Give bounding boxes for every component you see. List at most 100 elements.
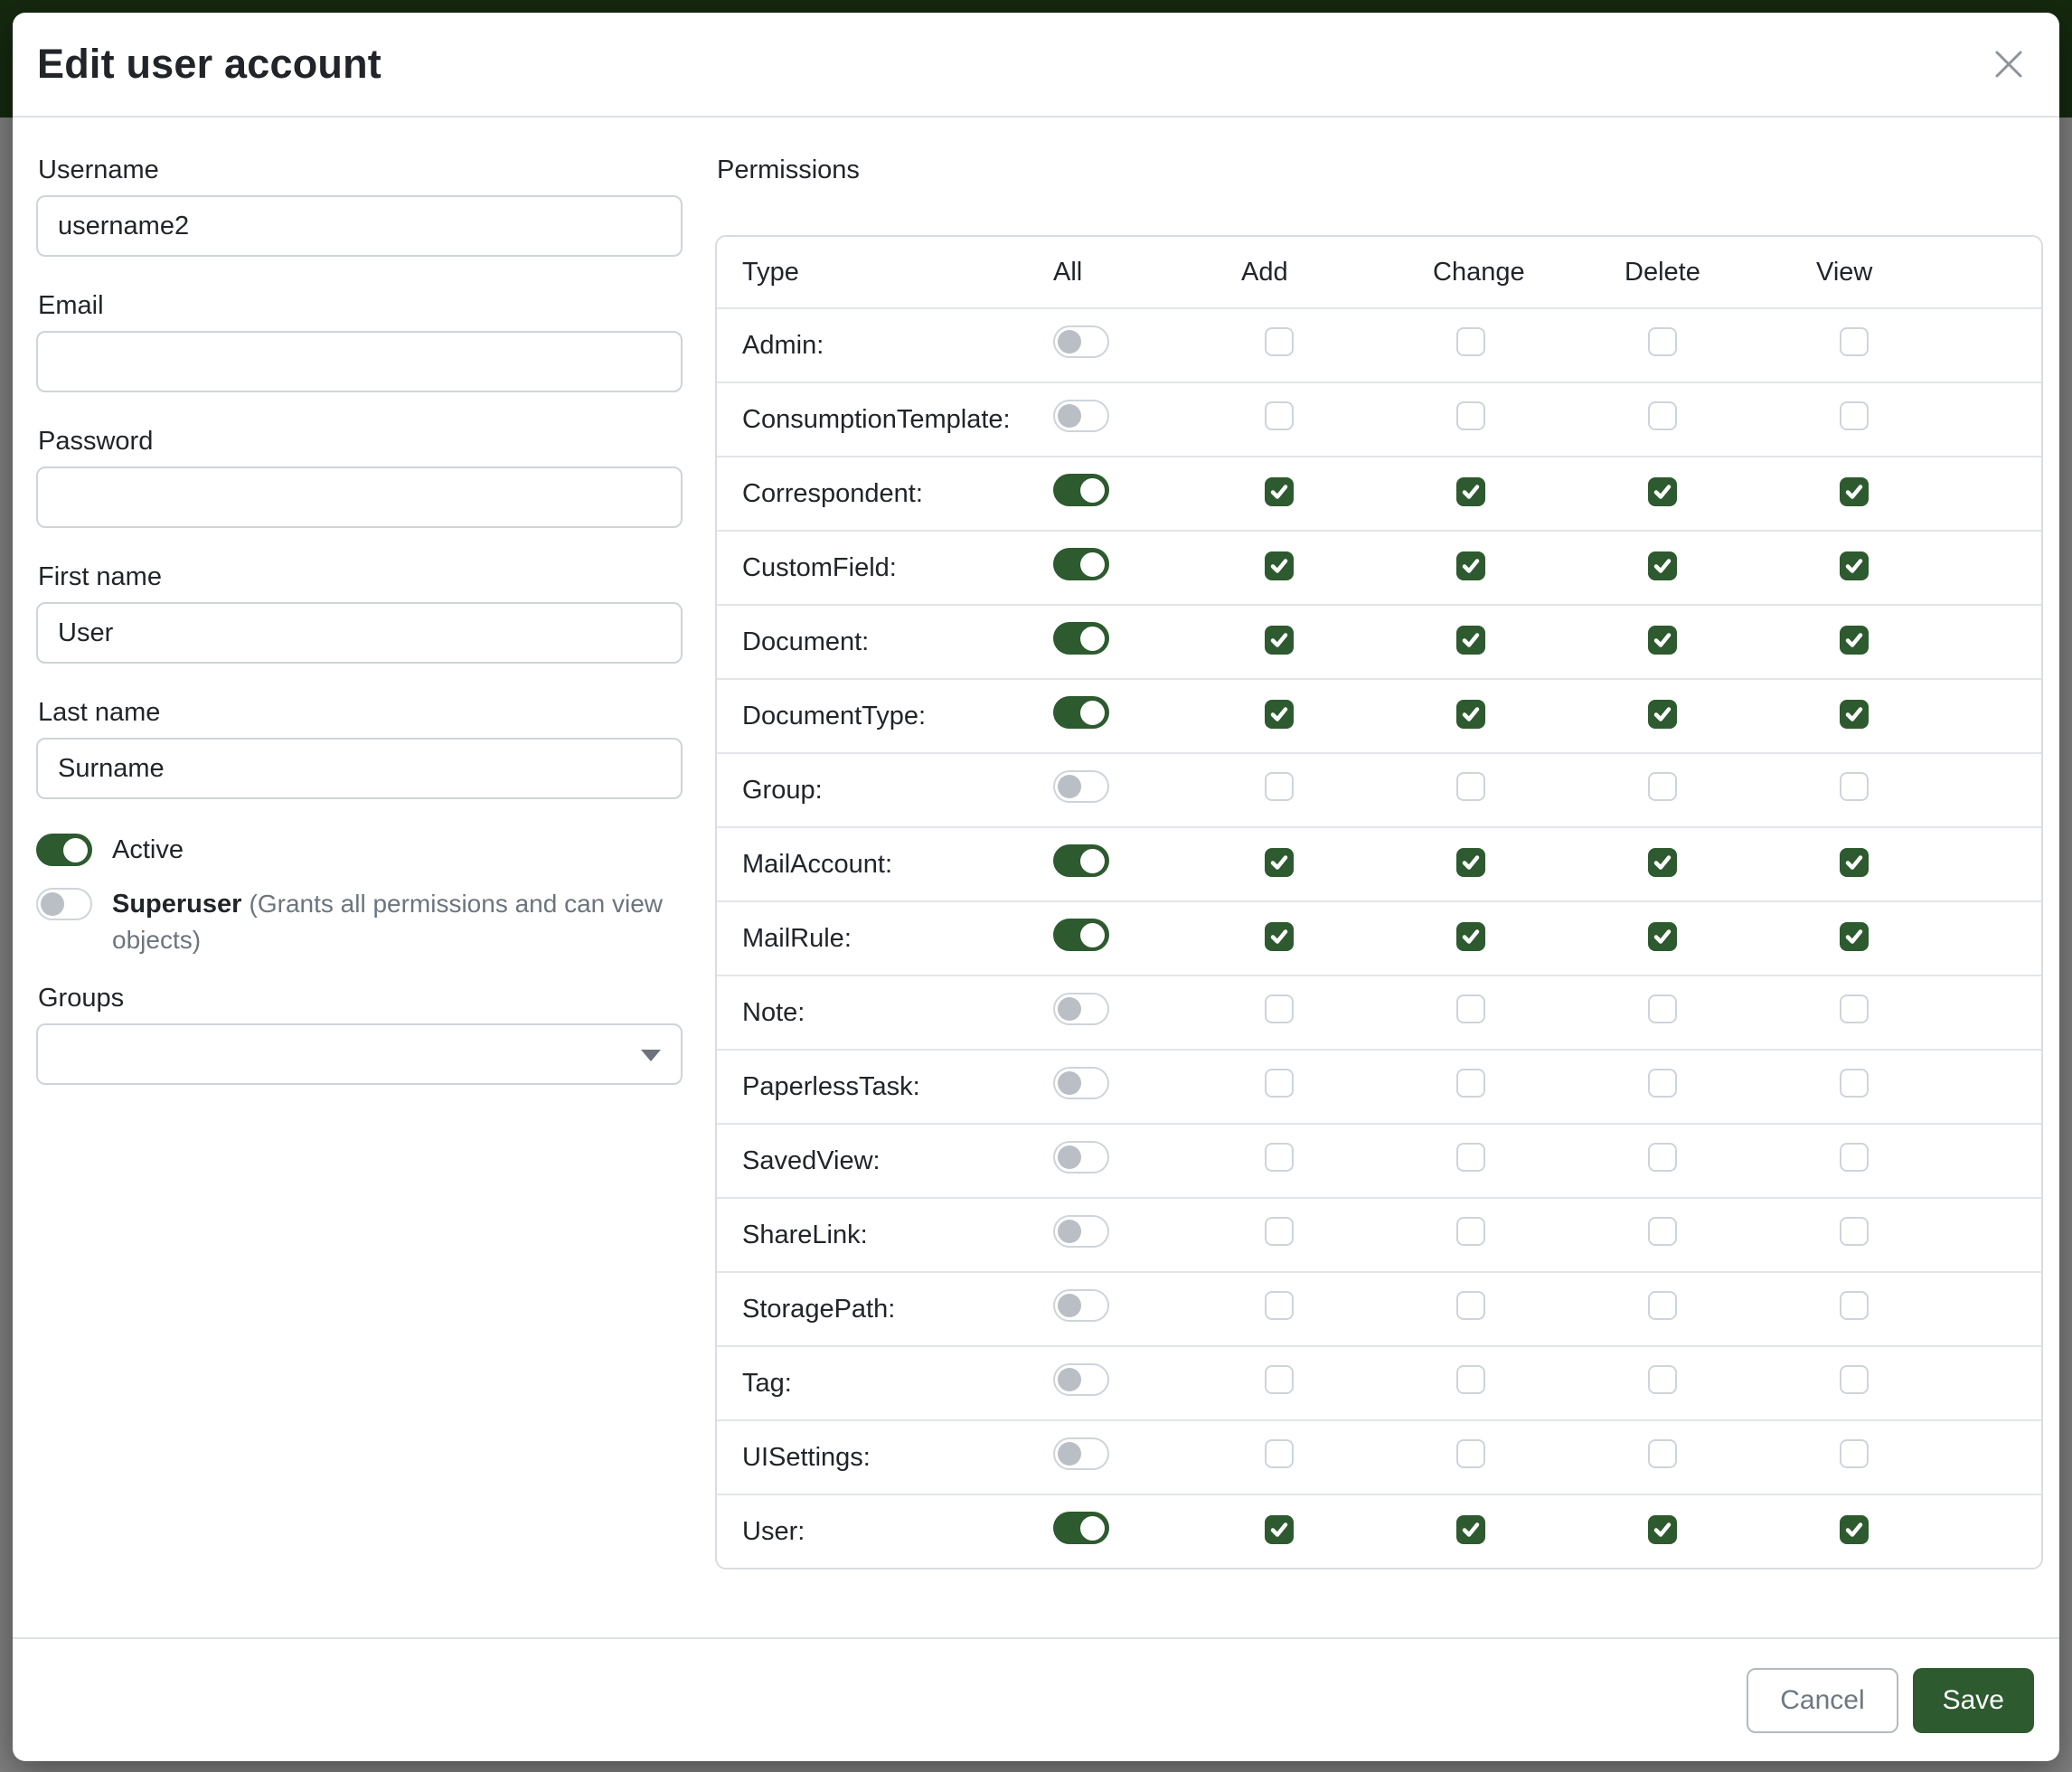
permission-delete-checkbox[interactable] <box>1648 1439 1677 1468</box>
permission-view-checkbox[interactable] <box>1840 1217 1869 1246</box>
permission-add-checkbox[interactable] <box>1265 848 1294 877</box>
permission-view-checkbox[interactable] <box>1840 1069 1869 1098</box>
permission-all-toggle[interactable] <box>1053 1141 1109 1173</box>
active-toggle[interactable] <box>36 834 92 866</box>
permission-delete-checkbox[interactable] <box>1648 772 1677 801</box>
permission-change-checkbox[interactable] <box>1456 626 1485 655</box>
permission-add-checkbox[interactable] <box>1265 772 1294 801</box>
permission-delete-checkbox[interactable] <box>1648 327 1677 356</box>
last-name-input[interactable] <box>36 738 683 799</box>
permission-view-checkbox[interactable] <box>1840 1143 1869 1172</box>
permission-all-toggle[interactable] <box>1053 325 1109 358</box>
toggle-knob <box>63 838 88 862</box>
permission-add-checkbox[interactable] <box>1265 551 1294 580</box>
permission-add-checkbox[interactable] <box>1265 1217 1294 1246</box>
permission-view-checkbox[interactable] <box>1840 1365 1869 1394</box>
permission-view-checkbox[interactable] <box>1840 626 1869 655</box>
permission-add-checkbox[interactable] <box>1265 1069 1294 1098</box>
permission-delete-checkbox[interactable] <box>1648 848 1677 877</box>
permission-add-checkbox[interactable] <box>1265 626 1294 655</box>
permission-all-toggle[interactable] <box>1053 1215 1109 1248</box>
permission-delete-checkbox[interactable] <box>1648 1069 1677 1098</box>
permission-delete-checkbox[interactable] <box>1648 1365 1677 1394</box>
permission-change-checkbox[interactable] <box>1456 327 1485 356</box>
permission-change-checkbox[interactable] <box>1456 1291 1485 1320</box>
cancel-button[interactable]: Cancel <box>1747 1668 1898 1733</box>
first-name-input[interactable] <box>36 602 683 664</box>
permission-all-toggle[interactable] <box>1053 474 1109 506</box>
permission-delete-checkbox[interactable] <box>1648 700 1677 729</box>
permission-view-checkbox[interactable] <box>1840 922 1869 951</box>
permission-all-toggle[interactable] <box>1053 770 1109 803</box>
permission-change-checkbox[interactable] <box>1456 1069 1485 1098</box>
permission-add-checkbox[interactable] <box>1265 700 1294 729</box>
permission-all-toggle[interactable] <box>1053 622 1109 655</box>
close-button[interactable] <box>1983 39 2034 90</box>
permission-all-toggle[interactable] <box>1053 1067 1109 1099</box>
permission-view-checkbox[interactable] <box>1840 477 1869 506</box>
permission-add-checkbox[interactable] <box>1265 477 1294 506</box>
check-icon <box>1652 703 1673 725</box>
permission-view-checkbox[interactable] <box>1840 401 1869 430</box>
permission-delete-checkbox[interactable] <box>1648 626 1677 655</box>
permission-delete-checkbox[interactable] <box>1648 1143 1677 1172</box>
permission-add-checkbox[interactable] <box>1265 1291 1294 1320</box>
groups-select[interactable] <box>36 1023 683 1085</box>
permission-all-toggle[interactable] <box>1053 844 1109 877</box>
permission-delete-checkbox[interactable] <box>1648 477 1677 506</box>
permission-add-checkbox[interactable] <box>1265 327 1294 356</box>
permission-change-checkbox[interactable] <box>1456 551 1485 580</box>
permission-change-checkbox[interactable] <box>1456 922 1485 951</box>
permission-view-checkbox[interactable] <box>1840 327 1869 356</box>
username-input[interactable] <box>36 195 683 257</box>
permission-view-checkbox[interactable] <box>1840 772 1869 801</box>
email-input[interactable] <box>36 331 683 392</box>
permission-delete-checkbox[interactable] <box>1648 1217 1677 1246</box>
permission-change-checkbox[interactable] <box>1456 1439 1485 1468</box>
permission-view-checkbox[interactable] <box>1840 848 1869 877</box>
permission-change-checkbox[interactable] <box>1456 1217 1485 1246</box>
permission-all-toggle[interactable] <box>1053 919 1109 951</box>
permission-add-checkbox[interactable] <box>1265 1515 1294 1544</box>
permission-add-checkbox[interactable] <box>1265 1365 1294 1394</box>
permission-change-checkbox[interactable] <box>1456 994 1485 1023</box>
permission-view-checkbox[interactable] <box>1840 700 1869 729</box>
permission-delete-checkbox[interactable] <box>1648 1291 1677 1320</box>
password-input[interactable] <box>36 467 683 528</box>
permission-change-checkbox[interactable] <box>1456 1515 1485 1544</box>
permission-view-checkbox[interactable] <box>1840 1291 1869 1320</box>
permission-add-checkbox[interactable] <box>1265 922 1294 951</box>
permission-add-checkbox[interactable] <box>1265 1439 1294 1468</box>
permission-add-checkbox[interactable] <box>1265 401 1294 430</box>
permission-delete-checkbox[interactable] <box>1648 994 1677 1023</box>
permission-view-checkbox[interactable] <box>1840 994 1869 1023</box>
permission-change-checkbox[interactable] <box>1456 848 1485 877</box>
permission-delete-checkbox[interactable] <box>1648 922 1677 951</box>
permission-change-checkbox[interactable] <box>1456 1365 1485 1394</box>
permission-view-checkbox[interactable] <box>1840 551 1869 580</box>
check-icon <box>1843 555 1865 577</box>
permission-all-toggle[interactable] <box>1053 993 1109 1025</box>
permission-all-toggle[interactable] <box>1053 696 1109 729</box>
permission-all-toggle[interactable] <box>1053 1289 1109 1322</box>
permission-delete-checkbox[interactable] <box>1648 401 1677 430</box>
permission-delete-checkbox[interactable] <box>1648 1515 1677 1544</box>
permission-all-toggle[interactable] <box>1053 1512 1109 1544</box>
superuser-toggle[interactable] <box>36 888 92 920</box>
permission-all-toggle[interactable] <box>1053 1363 1109 1396</box>
permission-change-checkbox[interactable] <box>1456 1143 1485 1172</box>
permission-change-checkbox[interactable] <box>1456 772 1485 801</box>
permission-all-toggle[interactable] <box>1053 1437 1109 1470</box>
save-button[interactable]: Save <box>1913 1668 2034 1733</box>
permission-change-checkbox[interactable] <box>1456 401 1485 430</box>
permission-all-toggle[interactable] <box>1053 548 1109 580</box>
permission-delete-checkbox[interactable] <box>1648 551 1677 580</box>
permission-add-checkbox[interactable] <box>1265 994 1294 1023</box>
permission-change-checkbox[interactable] <box>1456 477 1485 506</box>
permission-change-checkbox[interactable] <box>1456 700 1485 729</box>
permission-type-label: MailRule: <box>742 924 1053 954</box>
permission-view-checkbox[interactable] <box>1840 1515 1869 1544</box>
permission-all-toggle[interactable] <box>1053 400 1109 432</box>
permission-view-checkbox[interactable] <box>1840 1439 1869 1468</box>
permission-add-checkbox[interactable] <box>1265 1143 1294 1172</box>
